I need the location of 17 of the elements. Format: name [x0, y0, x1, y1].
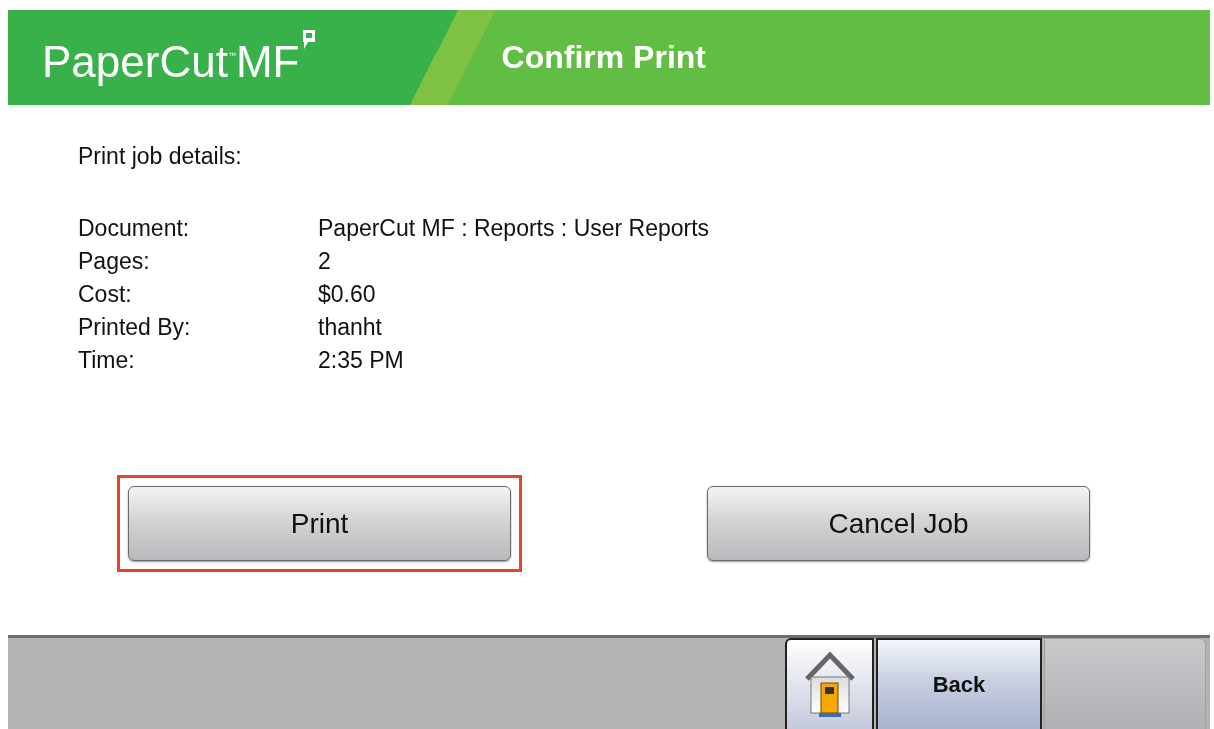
logo: PaperCut™MF: [42, 28, 320, 87]
field-value: PaperCut MF : Reports : User Reports: [318, 214, 710, 243]
back-button[interactable]: Back: [876, 638, 1042, 729]
field-label: Printed By:: [78, 313, 192, 342]
section-heading: Print job details:: [78, 143, 242, 170]
home-button[interactable]: [785, 638, 874, 729]
field-value: 2: [318, 247, 332, 276]
screen-title: Confirm Print: [501, 39, 706, 76]
field-value: 2:35 PM: [318, 346, 405, 375]
field-label: Document:: [78, 214, 191, 243]
field-value: $0.60: [318, 280, 377, 309]
field-label: Pages:: [78, 247, 151, 276]
action-button[interactable]: Print: [128, 486, 511, 561]
field-label: Time:: [78, 346, 136, 375]
field-value: thanht: [318, 313, 383, 342]
action-button[interactable]: Cancel Job: [707, 486, 1090, 561]
field-label: Cost:: [78, 280, 133, 309]
